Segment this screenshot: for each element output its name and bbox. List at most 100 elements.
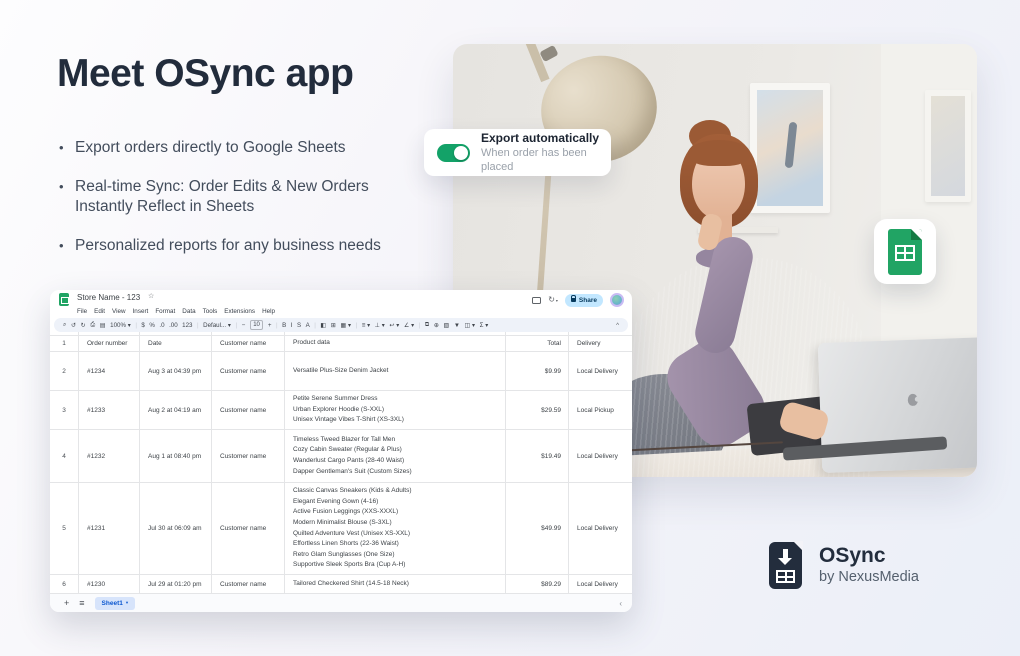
- toolbar-icon[interactable]: ∠ ▾: [404, 322, 414, 329]
- column-header[interactable]: Order number: [79, 336, 140, 351]
- toolbar-icon[interactable]: I: [291, 322, 293, 329]
- cell[interactable]: Versatile Plus-Size Denim Jacket: [285, 352, 506, 390]
- cell[interactable]: Customer name: [212, 352, 285, 390]
- cell[interactable]: 1: [50, 336, 79, 351]
- cell[interactable]: $9.99: [506, 352, 569, 390]
- cell[interactable]: [506, 332, 569, 335]
- cell[interactable]: Local Delivery: [569, 352, 632, 390]
- cell[interactable]: [285, 332, 506, 335]
- cell[interactable]: Jul 30 at 06:09 am: [140, 483, 212, 574]
- toolbar-icon[interactable]: ◫ ▾: [464, 322, 475, 329]
- cell[interactable]: Aug 2 at 04:19 am: [140, 391, 212, 429]
- menu-item-data[interactable]: Data: [182, 308, 195, 315]
- toolbar-icon[interactable]: ↺: [71, 322, 76, 329]
- avatar[interactable]: [610, 293, 624, 307]
- cell[interactable]: Petite Serene Summer Dress Urban Explorer…: [285, 391, 506, 429]
- cell[interactable]: $89.29: [506, 575, 569, 593]
- cell[interactable]: #1231: [79, 483, 140, 574]
- row-number[interactable]: 4: [50, 430, 79, 482]
- menu-item-tools[interactable]: Tools: [203, 308, 218, 315]
- cell[interactable]: #1232: [79, 430, 140, 482]
- toolbar-icon[interactable]: S: [297, 322, 301, 329]
- row-number[interactable]: 6: [50, 575, 79, 593]
- cell[interactable]: Tailored Checkered Shirt (14.5-18 Neck): [285, 575, 506, 593]
- toolbar-icon[interactable]: 10: [249, 320, 264, 330]
- toolbar-icon[interactable]: Defaul... ▾: [203, 322, 231, 329]
- cell[interactable]: #1230: [79, 575, 140, 593]
- toolbar-icon[interactable]: ▤: [100, 322, 106, 329]
- collapse-toolbar-icon[interactable]: ^: [616, 322, 619, 329]
- toolbar-icon[interactable]: ⊕: [434, 322, 439, 329]
- column-header[interactable]: Total: [506, 336, 569, 351]
- toolbar-icon[interactable]: ↩ ▾: [389, 322, 399, 329]
- toolbar-icon[interactable]: −: [242, 322, 246, 329]
- toolbar-icon[interactable]: ⧉: [425, 321, 429, 329]
- toolbar-icon[interactable]: ▧: [444, 322, 450, 329]
- menu-item-view[interactable]: View: [112, 308, 126, 315]
- scroll-left-icon[interactable]: ‹: [619, 599, 622, 608]
- column-header[interactable]: Date: [140, 336, 212, 351]
- toolbar-icon[interactable]: ≡ ▾: [362, 322, 370, 329]
- toolbar-icon[interactable]: A: [306, 322, 310, 329]
- cell[interactable]: #1233: [79, 391, 140, 429]
- menu-item-file[interactable]: File: [77, 308, 87, 315]
- cell[interactable]: Local Pickup: [569, 391, 632, 429]
- star-icon[interactable]: ☆: [148, 292, 154, 300]
- cell[interactable]: $19.49: [506, 430, 569, 482]
- toolbar-icon[interactable]: ⌕: [63, 321, 66, 329]
- toolbar-icon[interactable]: ↻: [81, 322, 86, 329]
- row-number[interactable]: 3: [50, 391, 79, 429]
- column-header[interactable]: Customer name: [212, 336, 285, 351]
- add-sheet-button[interactable]: +: [64, 598, 69, 608]
- export-toggle-switch[interactable]: [437, 143, 470, 162]
- menu-item-help[interactable]: Help: [262, 308, 275, 315]
- menu-item-insert[interactable]: Insert: [133, 308, 149, 315]
- toolbar-icon[interactable]: %: [149, 322, 155, 329]
- cell[interactable]: $29.59: [506, 391, 569, 429]
- toolbar-icon[interactable]: ▦ ▾: [340, 322, 351, 329]
- sheet-tab[interactable]: Sheet1 ▾: [94, 596, 136, 610]
- history-control[interactable]: ↻ ▾: [548, 296, 558, 304]
- row-number[interactable]: 2: [50, 352, 79, 390]
- cell[interactable]: [50, 332, 79, 335]
- toolbar-icon[interactable]: Σ ▾: [480, 322, 489, 329]
- toolbar-icon[interactable]: 123: [182, 322, 192, 329]
- cell[interactable]: [212, 332, 285, 335]
- row-number[interactable]: 5: [50, 483, 79, 574]
- cell[interactable]: Timeless Tweed Blazer for Tall Men Cozy C…: [285, 430, 506, 482]
- cell[interactable]: Local Delivery: [569, 483, 632, 574]
- cell[interactable]: Customer name: [212, 391, 285, 429]
- toolbar-icon[interactable]: ⊞: [331, 322, 336, 329]
- toolbar-icon[interactable]: +: [268, 322, 272, 329]
- cell[interactable]: Jul 29 at 01:20 pm: [140, 575, 212, 593]
- toolbar-icon[interactable]: B: [282, 322, 286, 329]
- toolbar-icon[interactable]: ◧: [320, 322, 326, 329]
- cell[interactable]: Customer name: [212, 430, 285, 482]
- cell[interactable]: Customer name: [212, 483, 285, 574]
- cell[interactable]: Aug 1 at 08:40 pm: [140, 430, 212, 482]
- column-header[interactable]: Delivery: [569, 336, 632, 351]
- cell[interactable]: Local Delivery: [569, 430, 632, 482]
- cell[interactable]: [569, 332, 632, 335]
- cell[interactable]: $49.99: [506, 483, 569, 574]
- toolbar-icon[interactable]: 100% ▾: [110, 322, 131, 329]
- toolbar-icon[interactable]: .0: [159, 322, 164, 329]
- toolbar-icon[interactable]: .00: [169, 322, 178, 329]
- toolbar-icon[interactable]: ⊥ ▾: [375, 322, 385, 329]
- cell[interactable]: #1234: [79, 352, 140, 390]
- cell[interactable]: Classic Canvas Sneakers (Kids & Adults) E…: [285, 483, 506, 574]
- cell[interactable]: Local Delivery: [569, 575, 632, 593]
- toolbar-icon[interactable]: ⎙: [90, 321, 95, 329]
- cell[interactable]: [79, 332, 140, 335]
- comment-icon[interactable]: [532, 296, 542, 304]
- toolbar-icon[interactable]: $: [141, 322, 144, 329]
- cell[interactable]: [140, 332, 212, 335]
- share-button[interactable]: Share: [564, 293, 603, 307]
- toolbar-icon[interactable]: ▼: [454, 322, 460, 329]
- menu-item-extensions[interactable]: Extensions: [224, 308, 255, 315]
- menu-item-edit[interactable]: Edit: [94, 308, 105, 315]
- cell[interactable]: Aug 3 at 04:39 pm: [140, 352, 212, 390]
- column-header[interactable]: Product data: [285, 336, 506, 351]
- cell[interactable]: Customer name: [212, 575, 285, 593]
- all-sheets-button[interactable]: ≡: [79, 598, 84, 608]
